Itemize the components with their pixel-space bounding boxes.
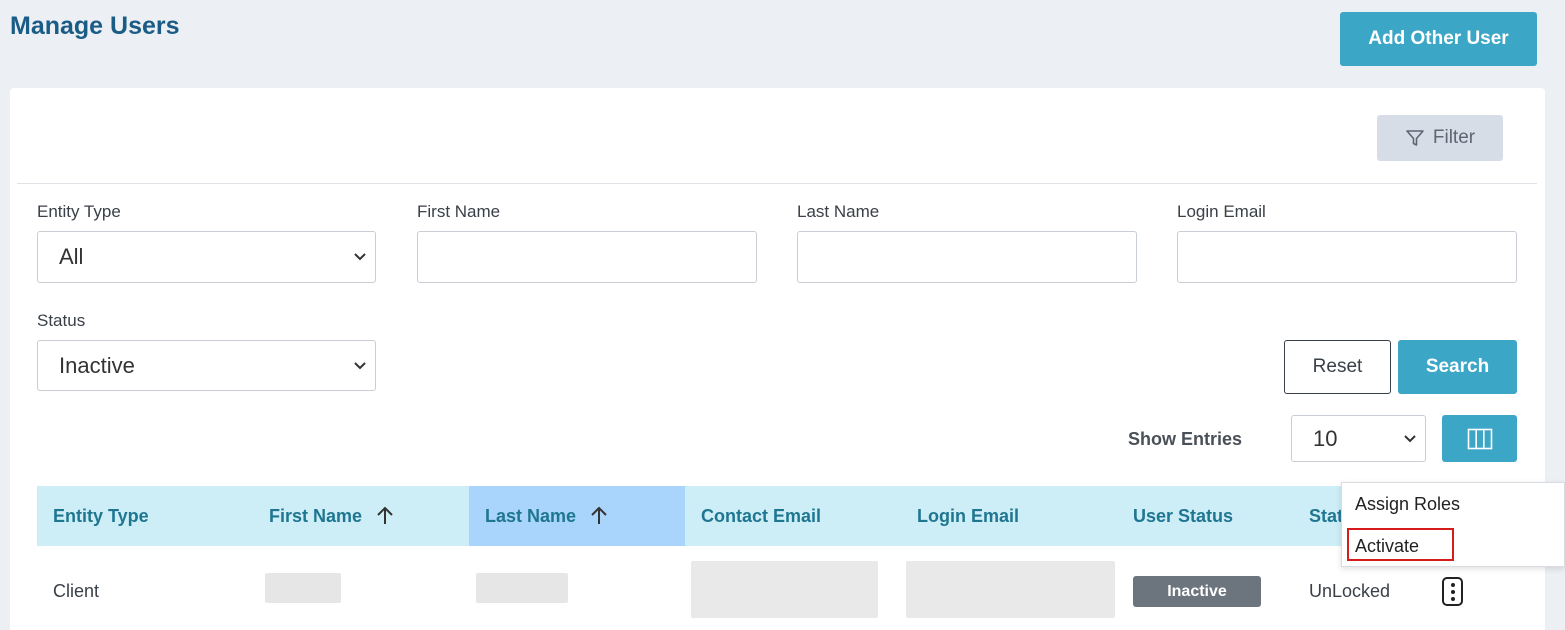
column-label: First Name xyxy=(269,505,363,526)
sort-ascending-icon xyxy=(377,506,393,524)
first-name-input[interactable] xyxy=(417,231,757,283)
chevron-down-icon xyxy=(354,361,366,369)
show-entries-value: 10 xyxy=(1313,425,1338,451)
column-header-status[interactable]: Stat xyxy=(1293,486,1347,546)
last-name-input[interactable] xyxy=(797,231,1137,283)
filter-label: Filter xyxy=(1432,127,1476,148)
menu-item-assign-roles[interactable]: Assign Roles xyxy=(1355,494,1460,515)
entity-type-label: Entity Type xyxy=(37,202,121,221)
last-name-label: Last Name xyxy=(797,202,880,221)
status-label: Status xyxy=(37,311,86,330)
row-actions-kebab-icon[interactable] xyxy=(1442,577,1463,606)
column-label: Login Email xyxy=(917,505,1020,526)
redacted-login-email xyxy=(906,561,1115,618)
redacted-last-name xyxy=(476,573,568,603)
column-label: Contact Email xyxy=(701,505,822,526)
chevron-down-icon xyxy=(1404,434,1416,442)
column-header-entity-type[interactable]: Entity Type xyxy=(37,486,253,546)
entity-type-value: All xyxy=(59,244,84,269)
menu-item-activate[interactable]: Activate xyxy=(1355,536,1419,557)
table-header: Entity Type First Name Last Name Contact… xyxy=(37,486,1347,546)
filter-button[interactable]: Filter xyxy=(1377,115,1503,161)
show-entries-label: Show Entries xyxy=(1128,429,1243,449)
page-title: Manage Users xyxy=(10,12,180,40)
columns-icon xyxy=(1467,428,1492,449)
column-header-contact-email[interactable]: Contact Email xyxy=(685,486,901,546)
column-toggle-button[interactable] xyxy=(1442,415,1517,462)
search-button[interactable]: Search xyxy=(1398,340,1517,394)
column-header-login-email[interactable]: Login Email xyxy=(901,486,1117,546)
status-select[interactable]: Inactive xyxy=(37,340,376,391)
divider xyxy=(17,183,1537,184)
entity-type-select[interactable]: All xyxy=(37,231,376,283)
show-entries-select[interactable]: 10 xyxy=(1291,415,1426,462)
column-label: User Status xyxy=(1133,505,1234,526)
sort-ascending-icon xyxy=(591,506,607,524)
column-label: Entity Type xyxy=(53,505,149,526)
login-email-label: Login Email xyxy=(1177,202,1266,221)
chevron-down-icon xyxy=(354,253,366,261)
filter-icon xyxy=(1406,130,1424,146)
redacted-first-name xyxy=(265,573,341,603)
cell-lock-status: UnLocked xyxy=(1309,581,1391,601)
login-email-input[interactable] xyxy=(1177,231,1517,283)
column-header-user-status[interactable]: User Status xyxy=(1117,486,1293,546)
column-label: Last Name xyxy=(485,505,577,526)
cell-entity-type: Client xyxy=(53,581,100,601)
status-value: Inactive xyxy=(59,352,135,378)
redacted-contact-email xyxy=(691,561,878,618)
reset-button[interactable]: Reset xyxy=(1284,340,1391,394)
column-header-last-name[interactable]: Last Name xyxy=(469,486,685,546)
add-other-user-button[interactable]: Add Other User xyxy=(1340,12,1537,66)
status-badge: Inactive xyxy=(1133,576,1261,607)
row-actions-menu: Assign Roles Activate xyxy=(1341,482,1565,567)
column-label: Stat xyxy=(1309,505,1344,526)
column-header-first-name[interactable]: First Name xyxy=(253,486,469,546)
first-name-label: First Name xyxy=(417,202,501,221)
